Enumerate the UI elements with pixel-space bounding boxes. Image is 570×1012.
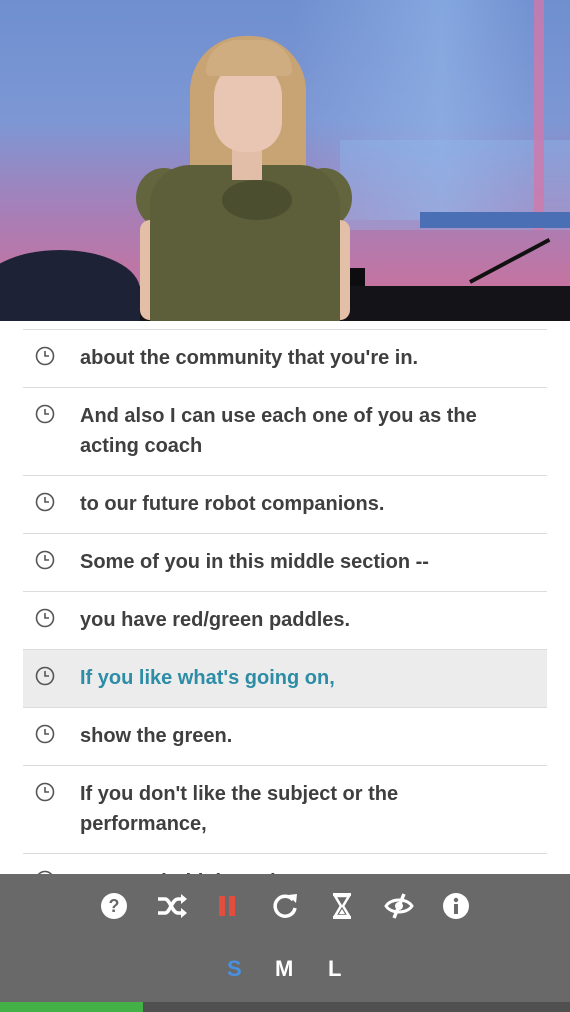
transcript-text: If you like what's going on, xyxy=(80,667,335,689)
refresh-icon[interactable] xyxy=(269,890,301,922)
hide-icon[interactable] xyxy=(383,890,415,922)
progress-bar[interactable] xyxy=(0,1002,570,1012)
transcript-row[interactable]: If you like what's going on, xyxy=(23,650,547,708)
transcript-row[interactable]: If you don't like the subject or the per… xyxy=(23,766,547,854)
transcript-text: about the community that you're in. xyxy=(80,347,419,369)
video-player[interactable] xyxy=(0,0,570,321)
clock-icon[interactable] xyxy=(35,404,55,424)
clock-icon[interactable] xyxy=(35,492,55,512)
transcript-text: show the green. xyxy=(80,725,233,747)
clock-icon[interactable] xyxy=(35,724,55,744)
clock-icon[interactable] xyxy=(35,608,55,628)
transcript-row[interactable]: show the green. xyxy=(23,708,547,766)
help-icon[interactable]: ? xyxy=(98,890,130,922)
size-s[interactable]: S xyxy=(227,956,242,982)
transcript-row[interactable]: to our future robot companions. xyxy=(23,476,547,534)
pause-icon[interactable] xyxy=(211,890,243,922)
microphone xyxy=(469,237,551,284)
transcript-row[interactable]: you have red/green paddles. xyxy=(23,592,547,650)
transcript-row[interactable]: And also I can use each one of you as th… xyxy=(23,388,547,476)
control-bar: ? S M L xyxy=(0,874,570,1002)
stage-stripe xyxy=(534,0,544,230)
transcript-text: to our future robot companions. xyxy=(80,493,385,515)
stage-shelf xyxy=(420,212,570,228)
control-icons: ? xyxy=(0,890,570,922)
speaker-bow xyxy=(222,180,292,220)
clock-icon[interactable] xyxy=(35,550,55,570)
clock-icon[interactable] xyxy=(35,346,55,366)
transcript-text: If you don't like the subject or the per… xyxy=(80,783,399,835)
clock-icon[interactable] xyxy=(35,666,55,686)
shuffle-icon[interactable] xyxy=(156,890,188,922)
hourglass-icon[interactable] xyxy=(326,890,358,922)
clock-icon[interactable] xyxy=(35,782,55,802)
size-l[interactable]: L xyxy=(328,956,341,982)
info-icon[interactable] xyxy=(440,890,472,922)
transcript-text: Some of you in this middle section -- xyxy=(80,551,429,573)
transcript-list[interactable]: about the community that you're in. And a… xyxy=(23,329,547,875)
progress-fill xyxy=(0,1002,143,1012)
stage-chair xyxy=(0,250,140,321)
size-selector: S M L xyxy=(0,956,570,986)
transcript-text: you have red/green paddles. xyxy=(80,609,351,631)
speaker-bangs xyxy=(206,40,292,76)
svg-text:?: ? xyxy=(109,896,120,916)
size-m[interactable]: M xyxy=(275,956,293,982)
transcript-row[interactable]: Some of you in this middle section -- xyxy=(23,534,547,592)
transcript-row[interactable]: about the community that you're in. xyxy=(23,330,547,388)
transcript-row[interactable]: you can hold the red. xyxy=(23,854,547,875)
transcript-text: And also I can use each one of you as th… xyxy=(80,405,477,457)
